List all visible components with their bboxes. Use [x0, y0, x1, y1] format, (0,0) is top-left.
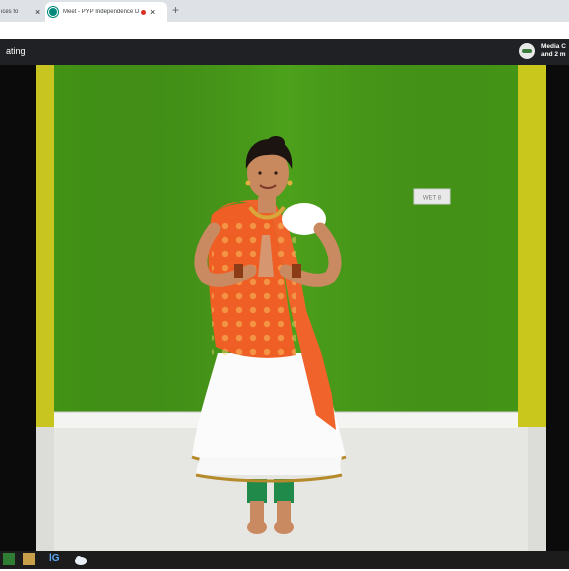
tab-label: ices fo	[1, 9, 19, 15]
dancer-video-frame: WET 8	[36, 65, 546, 551]
new-tab-button[interactable]: +	[172, 3, 179, 17]
cloud-icon[interactable]	[74, 553, 88, 565]
lg-icon[interactable]: lG	[49, 553, 61, 565]
app-green-icon[interactable]	[3, 553, 15, 565]
switchboard-label: WET 8	[423, 196, 442, 202]
meet-favicon-icon	[48, 7, 58, 17]
presenter-line1: Media C	[541, 43, 566, 50]
tab-close-icon[interactable]: ×	[150, 7, 155, 17]
right-side-wall	[518, 65, 546, 427]
presenter-line2: and 2 m	[541, 51, 566, 58]
browser-toolbar	[0, 22, 569, 40]
presenter-label: Media C and 2 m	[541, 43, 566, 59]
browser-tab-meet[interactable]: Meet - PYP Independence D ×	[45, 2, 167, 22]
presenter-avatar	[519, 43, 535, 59]
tab-label: Meet - PYP Independence D	[63, 9, 139, 15]
meeting-title: ating	[6, 46, 26, 56]
left-side-wall	[36, 65, 54, 427]
browser-tab-previous[interactable]: ices fo ×	[0, 2, 45, 22]
meet-header	[0, 39, 569, 65]
recording-dot-icon	[141, 9, 146, 15]
folder-icon[interactable]	[23, 553, 35, 565]
tab-close-icon[interactable]: ×	[35, 7, 40, 17]
presenter-video[interactable]: WET 8	[36, 65, 546, 551]
